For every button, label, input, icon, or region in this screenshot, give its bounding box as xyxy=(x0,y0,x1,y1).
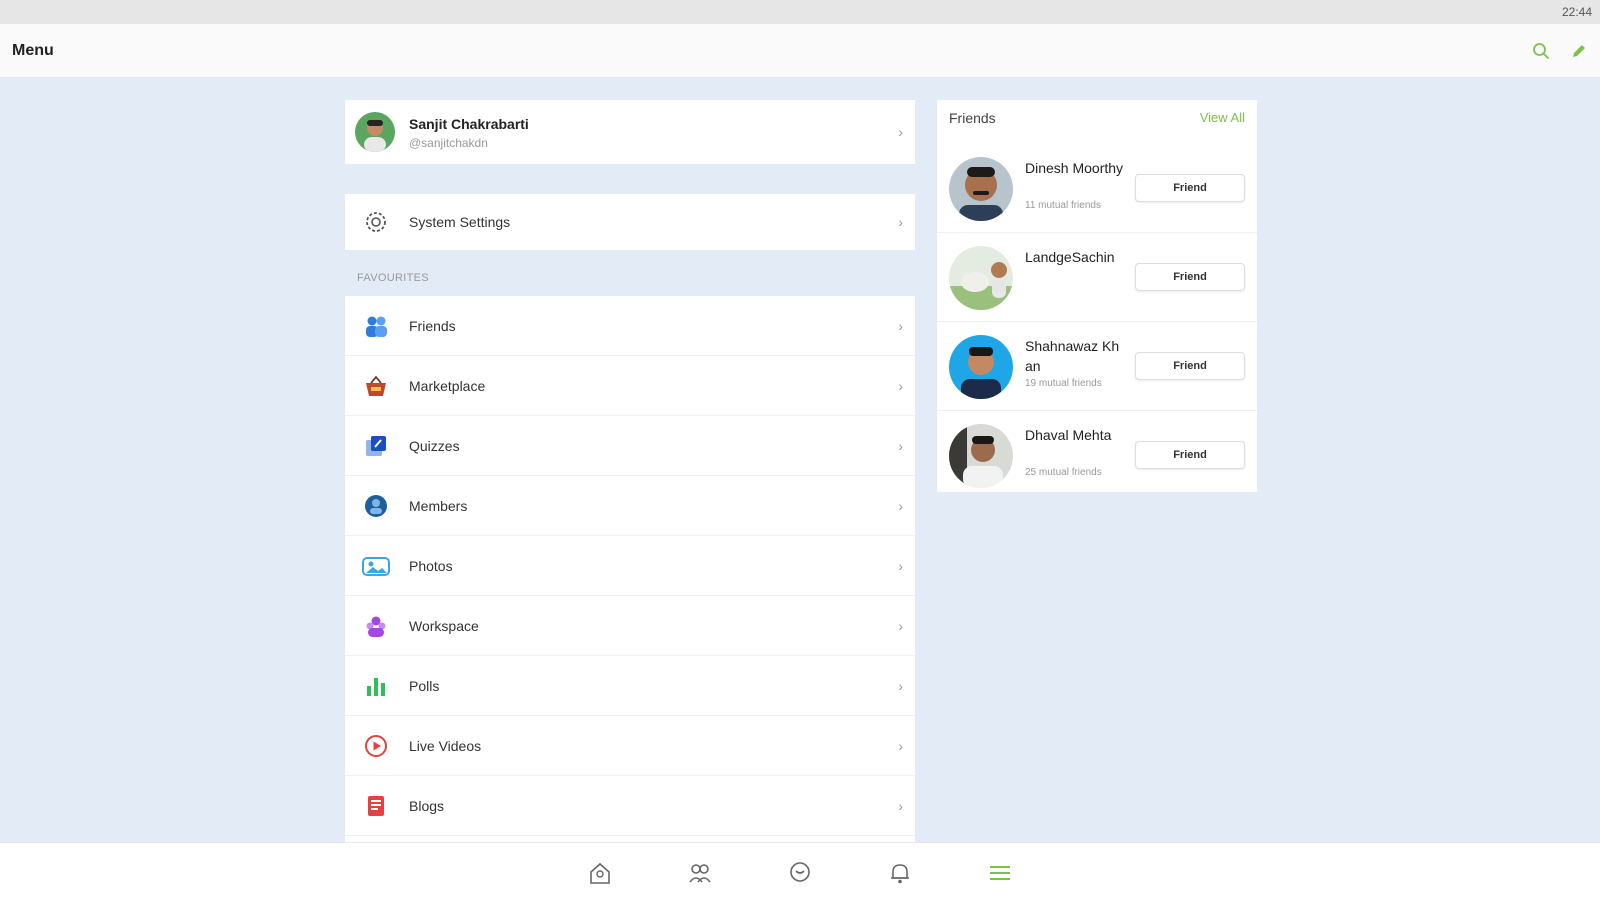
bell-icon[interactable] xyxy=(886,859,914,887)
avatar xyxy=(949,157,1013,221)
search-icon[interactable] xyxy=(1530,40,1552,62)
menu-item-marketplace[interactable]: Marketplace › xyxy=(345,356,915,416)
chevron-right-icon: › xyxy=(898,557,903,574)
chevron-right-icon: › xyxy=(898,437,903,454)
friend-name: Dinesh Moorthy xyxy=(1025,160,1124,176)
system-settings-item[interactable]: System Settings › xyxy=(345,194,915,250)
friend-row: LandgeSachin Friend xyxy=(937,233,1257,322)
friend-row: Shahnawaz Khan 19 mutual friends Friend xyxy=(937,322,1257,411)
workspace-icon xyxy=(361,611,391,641)
status-bar: 22:44 xyxy=(0,0,1600,24)
friend-button[interactable]: Friend xyxy=(1135,352,1245,380)
menu-item-label: Polls xyxy=(409,678,440,694)
menu-item-label: Members xyxy=(409,498,468,514)
menu-item-label: Photos xyxy=(409,558,453,574)
friend-name: Dhaval Mehta xyxy=(1025,427,1112,443)
friend-row: Dinesh Moorthy 11 mutual friends Friend xyxy=(937,144,1257,233)
menu-item-workspace[interactable]: Workspace › xyxy=(345,596,915,656)
menu-item-blogs[interactable]: Blogs › xyxy=(345,776,915,836)
chevron-right-icon: › xyxy=(898,677,903,694)
menu-item-live-videos[interactable]: Live Videos › xyxy=(345,716,915,776)
friends-panel-title: Friends xyxy=(949,110,996,126)
menu-item-label: Workspace xyxy=(409,618,479,634)
friend-button[interactable]: Friend xyxy=(1135,441,1245,469)
chevron-right-icon: › xyxy=(898,214,903,230)
settings-label: System Settings xyxy=(409,214,511,230)
chevron-right-icon: › xyxy=(898,377,903,394)
avatar xyxy=(949,335,1013,399)
profile-name: Sanjit Chakrabarti xyxy=(409,116,529,132)
favourites-list: Friends › Marketplace › Quizzes › Member… xyxy=(345,296,915,842)
avatar xyxy=(949,246,1013,310)
profile-avatar xyxy=(355,112,395,152)
menu-item-label: Quizzes xyxy=(409,438,460,454)
chevron-right-icon: › xyxy=(898,797,903,814)
view-all-link[interactable]: View All xyxy=(1200,110,1245,125)
quiz-icon xyxy=(361,431,391,461)
app-header: Menu xyxy=(0,24,1600,78)
basket-icon xyxy=(361,371,391,401)
menu-icon[interactable] xyxy=(986,859,1014,887)
menu-item-label: Friends xyxy=(409,318,456,334)
friend-button[interactable]: Friend xyxy=(1135,174,1245,202)
friend-mutual-count: 19 mutual friends xyxy=(1025,378,1102,389)
avatar xyxy=(949,424,1013,488)
friend-mutual-count: 25 mutual friends xyxy=(1025,467,1102,478)
chevron-right-icon: › xyxy=(898,617,903,634)
profile-card[interactable]: Sanjit Chakrabarti @sanjitchakdn › xyxy=(345,100,915,164)
menu-item-quizzes[interactable]: Quizzes › xyxy=(345,416,915,476)
gear-icon xyxy=(363,209,389,235)
friend-row: Dhaval Mehta 25 mutual friends Friend xyxy=(937,411,1257,500)
home-icon[interactable] xyxy=(586,859,614,887)
friend-name: LandgeSachin xyxy=(1025,249,1115,265)
friends-icon[interactable] xyxy=(686,859,714,887)
menu-item-members[interactable]: Members › xyxy=(345,476,915,536)
blog-icon xyxy=(361,791,391,821)
friend-name: Shahnawaz Khan xyxy=(1025,338,1120,374)
menu-item-friends[interactable]: Friends › xyxy=(345,296,915,356)
friends-panel: Friends View All Dinesh Moorthy 11 mutua… xyxy=(937,100,1257,492)
photos-icon xyxy=(361,551,391,581)
play-icon xyxy=(361,731,391,761)
friend-mutual-count: 11 mutual friends xyxy=(1025,200,1101,211)
menu-item-label: Marketplace xyxy=(409,378,486,394)
menu-item-label: Blogs xyxy=(409,798,445,814)
menu-item-label: Live Videos xyxy=(409,738,482,754)
chevron-right-icon: › xyxy=(898,317,903,334)
friends-icon xyxy=(361,311,391,341)
menu-item-polls[interactable]: Polls › xyxy=(345,656,915,716)
favourites-section-label: FAVOURITES xyxy=(357,272,429,284)
bottom-nav xyxy=(0,842,1600,900)
menu-item-photos[interactable]: Photos › xyxy=(345,536,915,596)
polls-icon xyxy=(361,671,391,701)
chevron-right-icon: › xyxy=(898,124,903,140)
chat-icon[interactable] xyxy=(786,859,814,887)
status-time: 22:44 xyxy=(1561,5,1592,19)
friend-button[interactable]: Friend xyxy=(1135,263,1245,291)
pencil-icon[interactable] xyxy=(1568,40,1590,62)
page-title: Menu xyxy=(12,42,54,59)
members-icon xyxy=(361,491,391,521)
profile-handle: @sanjitchakdn xyxy=(409,136,488,150)
chevron-right-icon: › xyxy=(898,497,903,514)
chevron-right-icon: › xyxy=(898,737,903,754)
